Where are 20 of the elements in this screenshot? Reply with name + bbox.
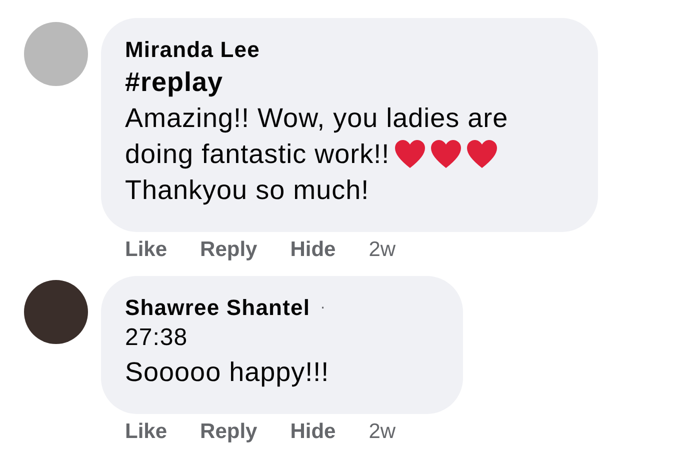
- action-link[interactable]: Hide: [290, 238, 336, 262]
- hashtag-link[interactable]: #replay: [125, 64, 508, 100]
- comment-text: Amazing!! Wow, you ladies are: [125, 102, 508, 135]
- separator-dot: ·: [320, 299, 326, 317]
- heart-icon: [466, 139, 498, 169]
- action-link[interactable]: Like: [125, 238, 168, 262]
- action-link[interactable]: Hide: [290, 420, 336, 444]
- comment-text: Sooooo happy!!!: [125, 356, 330, 389]
- timestamp-link[interactable]: 27:38: [125, 322, 373, 354]
- action-link[interactable]: Like: [125, 420, 168, 444]
- comment-text: Thankyou so much!: [125, 174, 370, 207]
- author-name[interactable]: Miranda Lee: [125, 36, 260, 64]
- comment-age: 2w: [368, 420, 396, 444]
- action-link[interactable]: Reply: [200, 238, 258, 262]
- author-name[interactable]: Shawree Shantel: [125, 294, 310, 322]
- heart-icon: [394, 139, 426, 169]
- comment-age: 2w: [368, 238, 396, 262]
- heart-icon: [430, 139, 462, 169]
- comment-text: doing fantastic work!!: [125, 138, 390, 171]
- action-link[interactable]: Reply: [200, 420, 258, 444]
